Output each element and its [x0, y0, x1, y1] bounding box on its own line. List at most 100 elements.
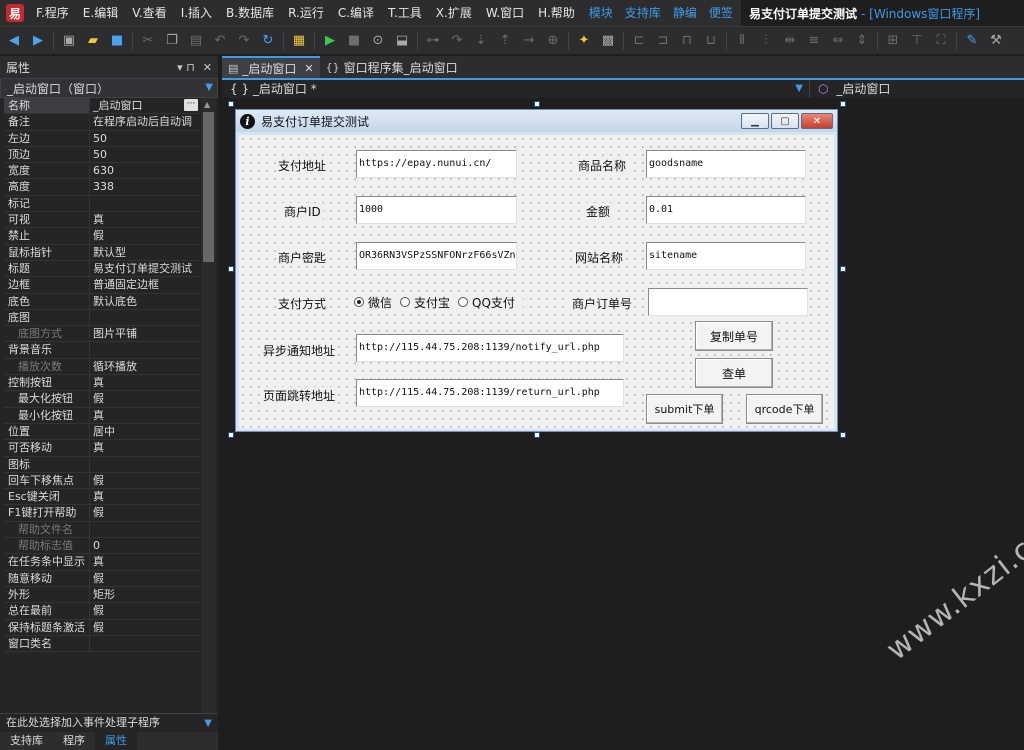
open-folder-icon[interactable]: ▰	[83, 31, 103, 51]
menu-edit[interactable]: E.编辑	[79, 3, 122, 23]
site-name-input[interactable]: sitename	[646, 242, 806, 270]
property-row[interactable]: 播放次数 循环播放	[4, 358, 200, 376]
property-value[interactable]	[90, 342, 200, 357]
property-row[interactable]: 标题 易支付订单提交测试	[4, 260, 200, 278]
resize-handle[interactable]	[534, 432, 540, 438]
tab-program[interactable]: 程序	[53, 732, 95, 750]
property-row[interactable]: 禁止假	[4, 228, 200, 245]
property-row[interactable]: 位置 居中	[4, 423, 200, 441]
property-row[interactable]: 鼠标指针 默认型	[4, 244, 200, 261]
submit-order-button[interactable]: submit下单	[646, 394, 723, 424]
center-v-icon[interactable]: ⫶	[756, 31, 776, 51]
property-value[interactable]: 假	[90, 571, 200, 586]
property-row[interactable]: 控制按钮真	[4, 375, 200, 392]
property-value[interactable]: 循环播放	[90, 359, 200, 374]
property-value[interactable]: 假	[90, 603, 200, 618]
copy-icon[interactable]: ❐	[162, 31, 182, 51]
align-bottom-icon[interactable]: ⊔	[701, 31, 721, 51]
property-value[interactable]: 默认型	[90, 245, 200, 260]
event-selector[interactable]: 在此处选择加入事件处理子程序 ▼	[0, 713, 218, 732]
back-icon[interactable]: ◀	[4, 31, 24, 51]
menu-database[interactable]: B.数据库	[222, 3, 278, 23]
property-row[interactable]: 备注 在程序启动后自动调	[4, 114, 200, 131]
qrcode-order-button[interactable]: qrcode下单	[746, 394, 823, 424]
pay-url-input[interactable]: https://epay.nunui.cn/	[356, 150, 517, 178]
lightbulb-icon[interactable]: ✦	[574, 31, 594, 51]
step-icon[interactable]: ⊙	[368, 31, 388, 51]
property-row[interactable]: 顶边 50	[4, 146, 200, 164]
space-v-icon[interactable]: ≡	[804, 31, 824, 51]
menu-run[interactable]: R.运行	[284, 3, 328, 23]
property-value[interactable]: 0	[90, 538, 200, 553]
size-2-icon[interactable]: ⊤	[907, 31, 927, 51]
property-value[interactable]: 真	[90, 375, 200, 390]
property-row[interactable]: 帮助标志值 0	[4, 538, 200, 555]
menu-file[interactable]: F.程序	[32, 3, 73, 23]
refresh-icon[interactable]: ↻	[258, 31, 278, 51]
wrench-icon[interactable]: ⚒	[986, 31, 1006, 51]
property-value[interactable]: 假	[90, 473, 200, 488]
resize-handle[interactable]	[840, 101, 846, 107]
property-row[interactable]: 可视真	[4, 212, 200, 229]
close-icon[interactable]: ✕	[304, 62, 313, 75]
resize-handle[interactable]	[228, 432, 234, 438]
member-selector[interactable]: ⬡ _启动窗口	[810, 80, 1024, 98]
link-static-compile[interactable]: 静编	[669, 3, 701, 23]
designed-window[interactable]: i 易支付订单提交测试 ▁ ▢ ✕ 支付地址 商户ID 商户密匙 支付方式 异步…	[235, 109, 838, 432]
menu-extend[interactable]: X.扩展	[432, 3, 476, 23]
property-row[interactable]: 背景音乐	[4, 342, 200, 359]
property-value[interactable]: 默认底色	[90, 294, 200, 309]
menu-insert[interactable]: I.插入	[177, 3, 216, 23]
property-value[interactable]	[90, 310, 200, 325]
debug-4-icon[interactable]: ⇡	[495, 31, 515, 51]
debug-6-icon[interactable]: ⊕	[543, 31, 563, 51]
debug-3-icon[interactable]: ⇣	[471, 31, 491, 51]
minimize-icon[interactable]: ▁	[741, 113, 769, 129]
property-value[interactable]: 真	[90, 489, 200, 504]
property-value[interactable]: 易支付订单提交测试	[90, 261, 200, 276]
property-row[interactable]: 帮助文件名	[4, 521, 200, 539]
maximize-icon[interactable]: ▢	[771, 113, 799, 129]
property-row[interactable]: 底图	[4, 309, 200, 327]
ellipsis-button[interactable]: ···	[184, 99, 198, 111]
save-icon[interactable]: ■	[107, 31, 127, 51]
radio-alipay[interactable]: 支付宝	[400, 294, 450, 311]
amount-input[interactable]: 0.01	[646, 196, 806, 224]
property-row[interactable]: 边框 普通固定边框	[4, 277, 200, 294]
property-value[interactable]: 338	[90, 179, 200, 194]
link-module[interactable]: 模块	[585, 3, 617, 23]
close-icon[interactable]: ✕	[801, 113, 833, 129]
property-scrollbar[interactable]: ▲ ▼	[201, 98, 216, 750]
compile-icon[interactable]: ⬓	[392, 31, 412, 51]
property-row[interactable]: 回车下移焦点假	[4, 472, 200, 490]
property-value[interactable]: 图片平铺	[90, 326, 200, 341]
new-file-icon[interactable]: ▣	[59, 31, 79, 51]
size-1-icon[interactable]: ⊞	[883, 31, 903, 51]
debug-1-icon[interactable]: ⊶	[423, 31, 443, 51]
property-row[interactable]: 保持标题条激活假	[4, 619, 200, 636]
merchant-id-input[interactable]: 1000	[356, 196, 517, 224]
resize-handle[interactable]	[840, 266, 846, 272]
property-value[interactable]: 假	[90, 505, 200, 520]
property-row[interactable]: 外形 矩形	[4, 586, 200, 604]
resize-handle[interactable]	[228, 101, 234, 107]
pen-icon[interactable]: ✎	[962, 31, 982, 51]
radio-wechat[interactable]: 微信	[354, 294, 392, 311]
project-icon[interactable]: ▦	[289, 31, 309, 51]
debug-2-icon[interactable]: ↷	[447, 31, 467, 51]
property-value[interactable]: 50	[90, 131, 200, 146]
object-selector[interactable]: _启动窗口（窗口） ▼	[0, 78, 218, 98]
space-h-icon[interactable]: ⇹	[780, 31, 800, 51]
run-icon[interactable]: ▶	[320, 31, 340, 51]
resize-handle[interactable]	[840, 432, 846, 438]
cut-icon[interactable]: ✂	[138, 31, 158, 51]
align-top-icon[interactable]: ⊓	[677, 31, 697, 51]
copy-order-button[interactable]: 复制单号	[695, 321, 773, 351]
property-row[interactable]: 高度 338	[4, 179, 200, 196]
query-order-button[interactable]: 查单	[695, 358, 773, 388]
menu-help[interactable]: H.帮助	[534, 3, 579, 23]
property-row[interactable]: 宽度 630	[4, 163, 200, 180]
property-value[interactable]: 矩形	[90, 587, 200, 602]
return-url-input[interactable]: http://115.44.75.208:1139/return_url.php	[356, 379, 624, 407]
window-designer-icon[interactable]: ▩	[598, 31, 618, 51]
